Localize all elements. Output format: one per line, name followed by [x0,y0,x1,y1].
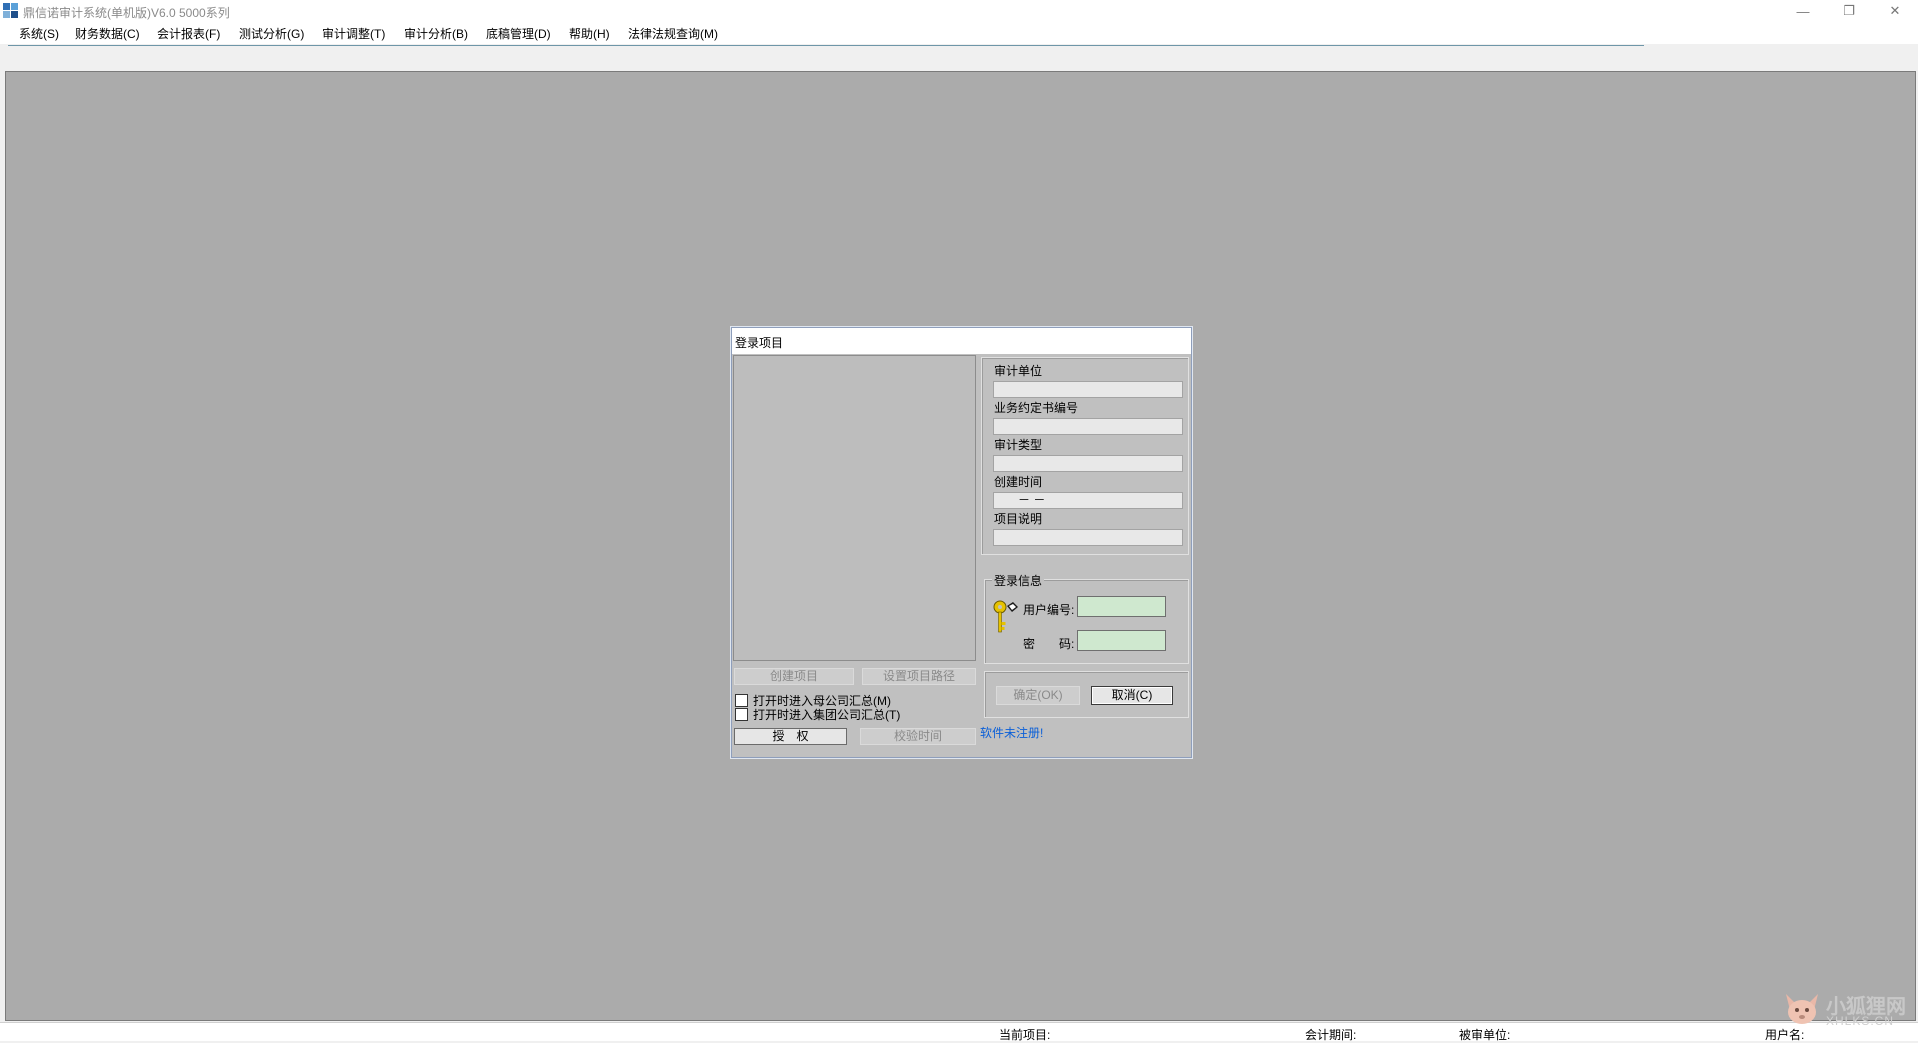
login-project-dialog: 登录项目 创建项目 设置项目路径 打开时进入母公司汇总(M) 打开时进入集团公司… [731,327,1192,758]
group-summary-checkbox-row[interactable]: 打开时进入集团公司汇总(T) [735,706,900,723]
menu-audit-analysis[interactable]: 审计分析(B) [402,25,470,42]
dialog-title-bar: 登录项目 [732,328,1191,354]
login-info-group: 登录信息 用户编号: 密 码: [984,572,1189,664]
app-logo-icon [3,3,18,18]
restore-icon: ❐ [1843,3,1855,18]
username-label: 用户名: [1765,1028,1805,1042]
audit-type-label: 审计类型 [994,438,1043,452]
dialog-title: 登录项目 [735,336,784,350]
menu-law-query[interactable]: 法律法规查询(M) [626,25,720,42]
minimize-icon: — [1796,3,1810,19]
group-summary-checkbox[interactable] [735,708,748,721]
password-input[interactable] [1077,630,1166,651]
registration-status-link[interactable]: 软件未注册! [980,724,1043,741]
set-project-path-button[interactable]: 设置项目路径 [862,668,976,685]
create-time-field: － － [993,492,1183,509]
audit-unit-label: 审计单位 [994,364,1043,378]
menu-workpaper-management[interactable]: 底稿管理(D) [484,25,553,42]
current-project-label: 当前项目: [999,1028,1051,1042]
description-field [993,529,1183,546]
menu-divider [8,45,1644,46]
ok-button[interactable]: 确定(OK) [996,686,1080,705]
login-info-title: 登录信息 [992,572,1045,589]
menu-test-analysis[interactable]: 测试分析(G) [237,25,306,42]
menu-audit-adjustment[interactable]: 审计调整(T) [320,25,387,42]
action-group: 确定(OK) 取消(C) [984,671,1189,718]
project-list[interactable] [733,355,976,661]
cancel-button[interactable]: 取消(C) [1091,686,1173,705]
create-time-value: － － [1018,493,1046,507]
user-id-input[interactable] [1077,596,1166,617]
engagement-no-label: 业务约定书编号 [994,401,1079,415]
audited-unit-label: 被审单位: [1459,1028,1511,1042]
user-id-label: 用户编号: [1023,603,1075,617]
minimize-button[interactable]: — [1780,0,1826,22]
watermark-subtext: XHLKS.CN [1826,1014,1895,1028]
restore-button[interactable]: ❐ [1826,0,1872,22]
audit-unit-field [993,381,1183,398]
description-label: 项目说明 [994,512,1043,526]
audit-type-field [993,455,1183,472]
menu-system[interactable]: 系统(S) [17,25,61,42]
authorize-button[interactable]: 授 权 [734,728,847,745]
menu-accounting-reports[interactable]: 会计报表(F) [155,25,222,42]
accounting-period-label: 会计期间: [1305,1028,1357,1042]
menu-financial-data[interactable]: 财务数据(C) [73,25,142,42]
menu-bar: 系统(S) 财务数据(C) 会计报表(F) 测试分析(G) 审计调整(T) 审计… [0,22,1918,44]
key-icon [993,600,1018,633]
password-label: 密 码: [1023,637,1075,651]
fox-logo-icon [1786,994,1818,1024]
engagement-no-field [993,418,1183,435]
title-bar: 鼎信诺审计系统(单机版)V6.0 5000系列 — ❐ ✕ [0,0,1918,22]
window-title: 鼎信诺审计系统(单机版)V6.0 5000系列 [23,6,230,20]
close-button[interactable]: ✕ [1872,0,1918,22]
status-bar: 当前项目: 会计期间: 被审单位: 用户名: [0,1022,1918,1042]
menu-help[interactable]: 帮助(H) [567,25,612,42]
close-icon: ✕ [1889,3,1901,18]
verify-time-button[interactable]: 校验时间 [860,728,976,745]
create-project-button[interactable]: 创建项目 [734,668,854,685]
create-time-label: 创建时间 [994,475,1043,489]
group-summary-label: 打开时进入集团公司汇总(T) [753,708,901,722]
project-info-group: 审计单位 业务约定书编号 审计类型 创建时间 － － 项目说明 [981,357,1189,555]
